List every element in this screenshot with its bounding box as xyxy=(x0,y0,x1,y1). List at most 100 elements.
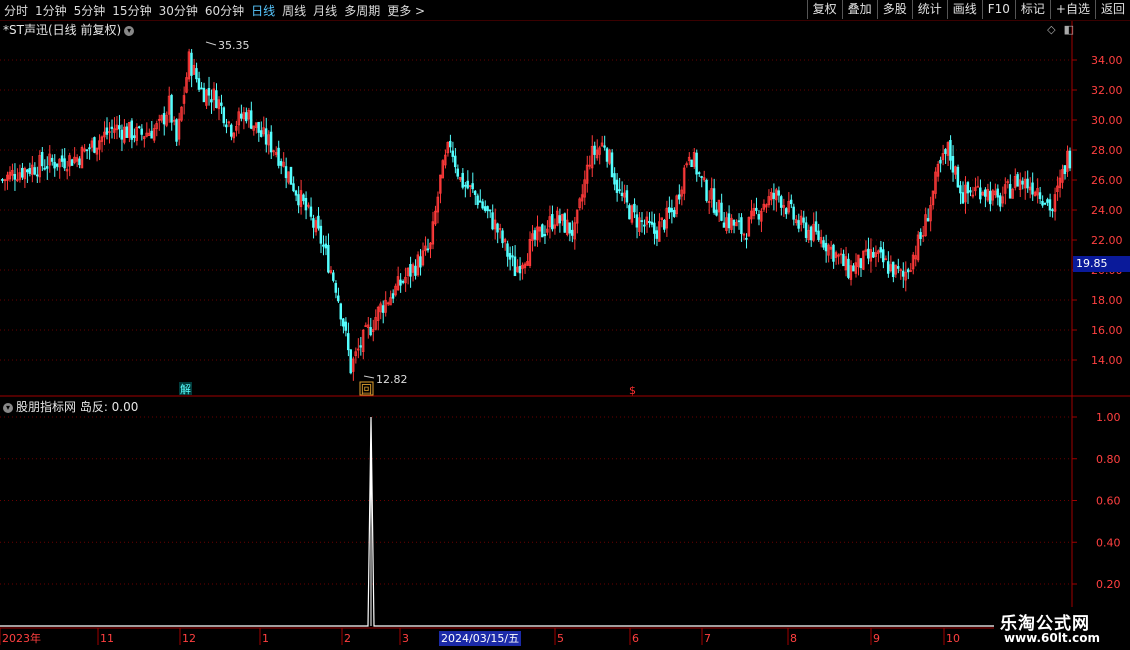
candle-body xyxy=(1031,182,1034,195)
candle-body xyxy=(804,222,808,238)
date-tick-label: 8 xyxy=(790,632,797,645)
period-tab-7[interactable]: 周线 xyxy=(282,2,306,19)
price-tick-label: 34.00 xyxy=(1091,54,1123,67)
chevron-down-icon[interactable]: ▾ xyxy=(3,402,13,413)
indicator-title[interactable]: ▾ 股朋指标网 岛反: 0.00 xyxy=(3,398,138,415)
candle-body xyxy=(832,244,835,262)
candle-body xyxy=(988,190,992,205)
action-button-4[interactable]: 画线 xyxy=(946,0,982,19)
action-button-6[interactable]: 标记 xyxy=(1014,0,1050,19)
candle-body xyxy=(969,190,972,193)
candle-body xyxy=(633,203,636,213)
period-tab-2[interactable]: 5分钟 xyxy=(74,2,106,19)
unlock-marker[interactable]: 解 xyxy=(180,382,191,396)
candle-body xyxy=(473,190,477,195)
indicator-tick-label: 0.80 xyxy=(1096,453,1121,466)
candle-body xyxy=(859,258,863,269)
chevron-down-icon[interactable]: ▾ xyxy=(124,25,135,36)
current-price-tag: 19.85 xyxy=(1073,256,1130,272)
period-tab-5[interactable]: 60分钟 xyxy=(205,2,244,19)
candle-body xyxy=(294,190,298,196)
diamond-icon[interactable]: ◇ xyxy=(1047,23,1055,36)
candle-body xyxy=(879,247,882,253)
candle-body xyxy=(817,230,820,240)
candle-body xyxy=(635,214,639,228)
candle-body xyxy=(690,159,693,167)
panel-toggle-icon[interactable]: ◧ xyxy=(1064,23,1074,36)
candle-body xyxy=(483,206,487,211)
candle-body xyxy=(501,230,504,244)
action-button-2[interactable]: 多股 xyxy=(876,0,912,19)
action-button-1[interactable]: 叠加 xyxy=(841,0,877,19)
period-tab-4[interactable]: 30分钟 xyxy=(159,2,198,19)
chart-corner-icons: ◇ ◧ xyxy=(1047,23,1074,36)
candle-body xyxy=(1016,174,1019,187)
period-tab-9[interactable]: 多周期 xyxy=(344,2,380,19)
period-tab-0[interactable]: 分时 xyxy=(4,2,28,19)
candle-body xyxy=(304,197,308,211)
candle-body xyxy=(349,349,352,374)
candle-body xyxy=(451,150,454,157)
candle-body xyxy=(132,135,136,138)
action-button-8[interactable]: 返回 xyxy=(1094,0,1130,19)
candle-body xyxy=(867,248,870,259)
candle-body xyxy=(784,208,788,215)
candle-body xyxy=(210,99,213,103)
candle-body xyxy=(1063,165,1067,175)
candle-body xyxy=(28,168,31,174)
candle-body xyxy=(324,243,328,249)
candle-body xyxy=(399,279,402,286)
candle-body xyxy=(984,189,987,197)
candle-body xyxy=(1048,199,1052,211)
candle-body xyxy=(727,213,731,229)
repurchase-marker[interactable]: 回 xyxy=(361,383,372,396)
candle-body xyxy=(1043,202,1047,205)
period-tab-8[interactable]: 月线 xyxy=(313,2,337,19)
candle-body xyxy=(1068,150,1072,169)
candle-body xyxy=(628,205,631,220)
candle-body xyxy=(471,183,474,190)
period-tab-10[interactable]: 更多 > xyxy=(387,2,425,19)
candle-body xyxy=(327,244,330,273)
candle-body xyxy=(881,249,885,263)
action-buttons: 复权 叠加 多股 统计 画线 F10 标记 +自选 返回 xyxy=(806,0,1130,20)
candle-body xyxy=(802,217,805,223)
dividend-marker[interactable]: $ xyxy=(629,384,636,397)
action-button-7[interactable]: +自选 xyxy=(1049,0,1095,19)
candle-body xyxy=(289,166,293,185)
candle-body xyxy=(1038,192,1042,199)
period-tab-1[interactable]: 1分钟 xyxy=(35,2,67,19)
kline-chart-canvas[interactable]: 34.0032.0030.0028.0026.0024.0022.0020.00… xyxy=(0,0,1130,650)
candle-body xyxy=(663,219,666,230)
indicator-axis-ticks: 1.00 0.80 0.60 0.40 0.20 xyxy=(1072,411,1121,591)
candle-body xyxy=(312,218,315,228)
price-tick-label: 30.00 xyxy=(1091,114,1123,127)
candle-body xyxy=(309,206,313,217)
crosshair-date-label: 2024/03/15/五 xyxy=(439,631,522,646)
candle-body xyxy=(170,95,173,123)
period-tab-6[interactable]: 日线 xyxy=(251,2,275,19)
date-tick-label: 2 xyxy=(344,632,351,645)
candle-body xyxy=(359,345,362,348)
candle-body xyxy=(959,185,962,194)
date-tick-label: 1 xyxy=(262,632,269,645)
price-tick-label: 32.00 xyxy=(1091,84,1123,97)
candle-body xyxy=(563,213,566,233)
chart-title[interactable]: *ST声迅(日线 前复权) ▾ xyxy=(3,21,135,38)
candle-body xyxy=(453,155,457,168)
action-button-3[interactable]: 统计 xyxy=(911,0,947,19)
candle-body xyxy=(53,161,56,169)
candle-body xyxy=(344,321,347,331)
candle-body xyxy=(137,126,141,129)
action-button-0[interactable]: 复权 xyxy=(806,0,842,19)
candle-body xyxy=(872,251,875,258)
period-tab-3[interactable]: 15分钟 xyxy=(112,2,151,19)
indicator-tick-label: 1.00 xyxy=(1096,411,1121,424)
candle-body xyxy=(88,147,91,150)
candlestick-series[interactable] xyxy=(1,48,1072,381)
action-button-5[interactable]: F10 xyxy=(981,0,1015,19)
candle-body xyxy=(491,212,494,230)
candle-body xyxy=(195,68,198,80)
candle-body xyxy=(319,225,323,244)
candle-body xyxy=(496,223,499,233)
